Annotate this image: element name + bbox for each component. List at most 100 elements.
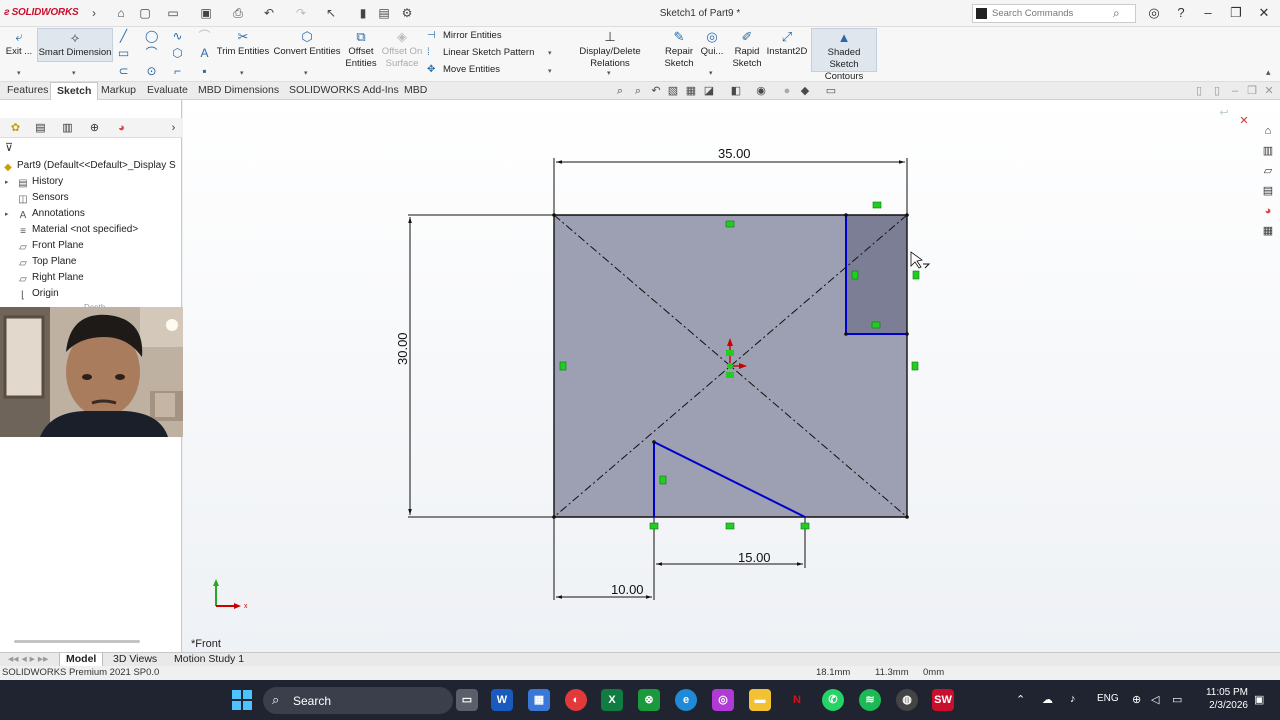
xbox-icon[interactable]: ⊗ (638, 689, 660, 711)
chevron-down-icon[interactable]: ▾ (548, 49, 552, 57)
appearances-icon[interactable]: ◕ (1261, 204, 1275, 218)
tab-model[interactable]: Model (59, 653, 104, 667)
confirm-sketch-icon[interactable]: ↩ (1217, 106, 1231, 120)
fillet-icon[interactable]: ⌒ (198, 30, 211, 43)
language-indicator[interactable]: ENG (1097, 693, 1119, 704)
view-orientation-icon[interactable]: ◪ (702, 85, 716, 97)
dimxpert-manager-tab-icon[interactable]: ⊕ (87, 121, 102, 135)
close-button[interactable]: ✕ (1256, 5, 1272, 21)
smart-dimension-button[interactable]: ⟡ Smart Dimension (37, 28, 113, 62)
store-icon[interactable]: ▦ (528, 689, 550, 711)
solidworks-logo[interactable]: ƨ SOLIDWORKS (4, 7, 79, 18)
clock[interactable]: 11:05 PM 2/3/2026 (1198, 686, 1248, 712)
chevron-down-icon[interactable]: ▾ (709, 69, 713, 77)
solidworks-taskbar-icon[interactable]: SW (932, 689, 954, 711)
tree-item-origin[interactable]: ⌊ Origin (0, 286, 59, 302)
task-view-icon[interactable]: ▭ (456, 689, 478, 711)
dim-height-text[interactable]: 30.00 (395, 332, 410, 365)
edge-icon[interactable]: e (675, 689, 697, 711)
file-properties-icon[interactable]: ▤ (377, 6, 391, 20)
search-commands-input[interactable]: Search Commands ⌕ (972, 4, 1136, 23)
dimension-height[interactable]: 30.00 (395, 214, 554, 518)
whatsapp-icon[interactable]: ✆ (822, 689, 844, 711)
tree-item-material[interactable]: ≡ Material <not specified> (0, 222, 138, 238)
chrome-like-icon[interactable]: ◍ (896, 689, 918, 711)
line-icon[interactable]: ╱ (117, 30, 130, 43)
shaded-sketch-contours-button[interactable]: ▲ Shaded Sketch Contours (811, 28, 877, 82)
dim-offset-text[interactable]: 10.00 (611, 582, 644, 597)
chevron-down-icon[interactable]: ▾ (240, 69, 244, 77)
notification-icon[interactable]: ▣ (1254, 693, 1264, 706)
tree-item-top-plane[interactable]: ▱ Top Plane (0, 254, 76, 270)
rectangle-icon[interactable]: ▭ (117, 47, 130, 60)
cancel-sketch-icon[interactable]: ✕ (1237, 114, 1251, 128)
arc-icon[interactable]: ⌒ (145, 47, 158, 60)
design-library-icon[interactable]: ▤ (1261, 184, 1275, 198)
chevron-down-icon[interactable]: ▾ (304, 69, 308, 77)
tab-motion-study[interactable]: Motion Study 1 (168, 653, 250, 667)
tab-evaluate[interactable]: Evaluate (141, 82, 194, 100)
open-folder-icon[interactable]: ▭ (166, 6, 180, 20)
polygon-icon[interactable]: ⬡ (171, 47, 184, 60)
tree-item-front-plane[interactable]: ▱ Front Plane (0, 238, 84, 254)
tray-chevron-icon[interactable]: ⌃ (1016, 693, 1025, 706)
apply-scene-icon[interactable]: ◆ (798, 85, 812, 97)
centerpoint-icon[interactable]: ▪ (198, 65, 211, 78)
windows-start-icon[interactable] (231, 689, 253, 711)
expand-icon[interactable]: ▸ (5, 175, 13, 191)
new-document-icon[interactable]: ▢ (138, 6, 152, 20)
minimize-button[interactable]: – (1200, 5, 1216, 21)
doc-restore-button[interactable]: ❐ (1245, 85, 1259, 97)
spotify-icon[interactable]: ≋ (859, 689, 881, 711)
display-manager-tab-icon[interactable]: ◕ (114, 121, 129, 135)
undo-icon[interactable]: ↶ (262, 6, 276, 20)
collapse-ribbon-icon[interactable]: ▴ (1266, 67, 1271, 78)
tree-item-history[interactable]: ▸ ▤ History (0, 174, 63, 190)
instant2d-button[interactable]: ⤢ Instant2D (766, 30, 808, 58)
user-account-icon[interactable]: ◎ (1146, 5, 1162, 21)
onedrive-icon[interactable]: ☁ (1042, 693, 1053, 706)
home-icon[interactable]: ⌂ (1261, 124, 1275, 138)
horizontal-scrollbar[interactable] (14, 640, 140, 643)
mirror-entities-button[interactable]: ⊣ Mirror Entities (427, 29, 502, 43)
photo-editor-icon[interactable]: ◎ (712, 689, 734, 711)
tab-3d-views[interactable]: 3D Views (107, 653, 163, 667)
options-gear-icon[interactable]: ⚙ (400, 6, 414, 20)
doc-minimize-button[interactable]: – (1228, 85, 1242, 97)
taskbar-search[interactable]: ⌕ Search (263, 687, 453, 714)
print-icon[interactable]: ⎙ (231, 6, 245, 20)
point-icon[interactable]: ⌐ (171, 65, 184, 78)
graphics-area[interactable]: 35.00 30.00 15.00 10.00 x *Front ⌂ ▥ ▱ ▤… (183, 100, 1280, 652)
move-entities-button[interactable]: ✥ Move Entities (427, 63, 500, 77)
tile-icon[interactable]: ▯ (1192, 85, 1206, 97)
dimension-offset[interactable]: 10.00 (553, 517, 655, 600)
tab-sketch[interactable]: Sketch (50, 82, 99, 100)
previous-view-icon[interactable]: ↶ (649, 85, 663, 97)
ellipse-icon[interactable]: ⊙ (145, 65, 158, 78)
tab-markup[interactable]: Markup (95, 82, 142, 100)
excel-icon[interactable]: X (601, 689, 623, 711)
edit-appearance-icon[interactable]: ● (780, 85, 794, 97)
network-icon[interactable]: ⊕ (1132, 693, 1141, 706)
chevron-right-icon[interactable]: › (87, 6, 101, 20)
exit-sketch-button[interactable]: ⤶ Exit ... (4, 30, 34, 58)
filter-icon[interactable]: ⊽ (5, 141, 13, 154)
tab-mbd[interactable]: MBD (398, 82, 433, 100)
zoom-to-fit-icon[interactable]: ⌕ (613, 85, 627, 97)
repair-sketch-button[interactable]: ✎ Repair Sketch (663, 30, 695, 70)
tree-item-right-plane[interactable]: ▱ Right Plane (0, 270, 84, 286)
word-icon[interactable]: W (491, 689, 513, 711)
save-icon[interactable]: ▣ (199, 6, 213, 20)
dim-width-text[interactable]: 35.00 (718, 146, 751, 161)
file-explorer-icon[interactable]: ▬ (749, 689, 771, 711)
redo-icon[interactable]: ↷ (294, 6, 308, 20)
tab-solidworks-addins[interactable]: SOLIDWORKS Add-Ins (283, 82, 405, 100)
dynamic-annotation-icon[interactable]: ▦ (684, 85, 698, 97)
home-icon[interactable]: ⌂ (114, 6, 128, 20)
tree-item-annotations[interactable]: ▸ A Annotations (0, 206, 85, 222)
dim-slot-text[interactable]: 15.00 (738, 550, 771, 565)
tree-item-sensors[interactable]: ◫ Sensors (0, 190, 68, 206)
display-delete-relations-button[interactable]: ⊥ Display/Delete Relations (559, 30, 661, 70)
hide-show-items-icon[interactable]: ◉ (754, 85, 768, 97)
display-style-icon[interactable]: ◧ (729, 85, 743, 97)
